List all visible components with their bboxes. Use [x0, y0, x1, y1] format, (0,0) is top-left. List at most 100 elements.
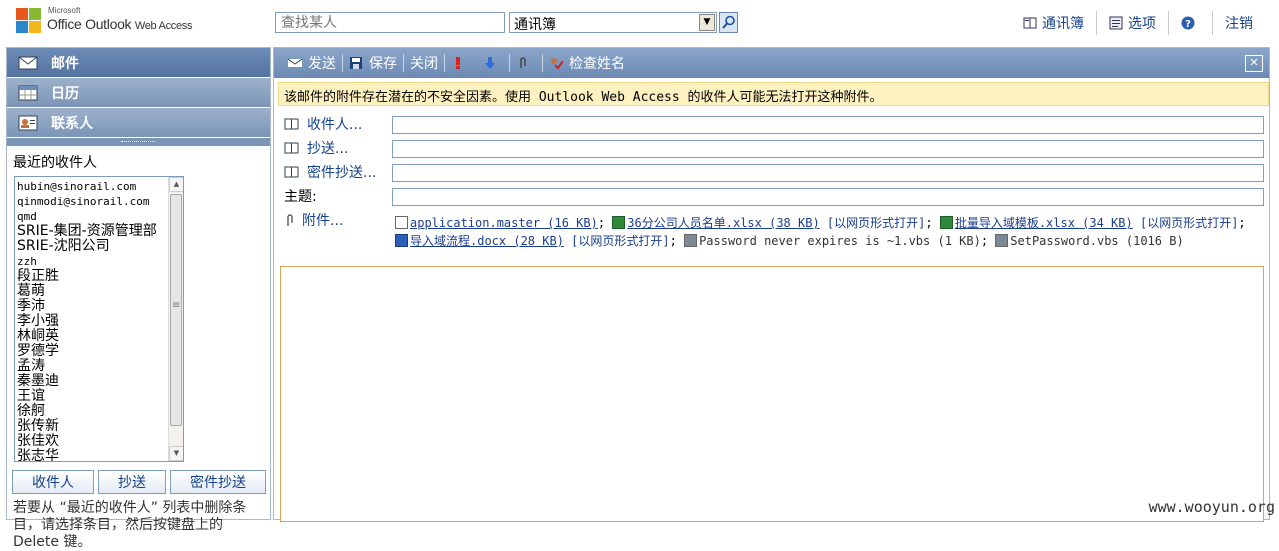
bcc-row: 密件抄送...: [284, 162, 376, 182]
to-field[interactable]: [392, 116, 1264, 134]
attachment-link[interactable]: 36分公司人员名单.xlsx (38 KB): [627, 216, 819, 230]
high-importance-icon: [456, 57, 460, 69]
script-icon: [684, 234, 698, 247]
send-icon: [288, 58, 302, 67]
recent-recipient-item[interactable]: 葛萌: [17, 284, 183, 299]
address-book-icon: [284, 166, 299, 178]
warning-text: 该邮件的附件存在潜在的不安全因素。使用 Outlook Web Access 的…: [284, 90, 883, 105]
office-logo-icon: [16, 8, 42, 34]
bcc-button[interactable]: 密件抄送...: [284, 162, 376, 182]
search-input[interactable]: [275, 12, 505, 33]
recent-recipient-item[interactable]: qmd: [17, 209, 183, 224]
top-header: Microsoft Office Outlook Web Access 通讯簿 …: [0, 0, 1279, 46]
add-cc-button[interactable]: 抄送: [98, 470, 166, 494]
recent-recipient-item[interactable]: 王谊: [17, 389, 183, 404]
to-row: 收件人...: [284, 114, 362, 134]
scroll-thumb[interactable]: [170, 194, 182, 426]
attach-button[interactable]: [510, 48, 542, 78]
scroll-up-icon[interactable]: ▲: [169, 177, 183, 192]
attachment-item: 导入域流程.docx (28 KB) [以网页形式打开];: [395, 234, 684, 248]
file-icon: [395, 216, 408, 229]
low-importance-button[interactable]: [477, 48, 509, 78]
chevron-down-icon[interactable]: ▼: [699, 14, 715, 31]
recent-recipient-item[interactable]: SRIE-沈阳公司: [17, 239, 183, 254]
search-button[interactable]: [719, 12, 738, 33]
recent-recipients-hint: 若要从 “最近的收件人” 列表中删除条目，请选择条目，然后按键盘上的 Delet…: [13, 500, 247, 550]
save-icon: [350, 57, 362, 69]
subject-field[interactable]: [392, 188, 1264, 206]
recent-recipient-item[interactable]: 徐舸: [17, 404, 183, 419]
recent-recipients-title: 最近的收件人: [13, 155, 97, 171]
options-link[interactable]: 选项: [1097, 12, 1168, 34]
check-names-button[interactable]: 检查姓名: [543, 48, 631, 78]
high-importance-button[interactable]: [445, 48, 477, 78]
attachment-link[interactable]: application.master (16 KB): [410, 216, 598, 230]
to-button[interactable]: 收件人...: [284, 114, 362, 134]
recent-recipient-item[interactable]: 孟涛: [17, 359, 183, 374]
recent-recipient-item[interactable]: 张传新: [17, 419, 183, 434]
scroll-down-icon[interactable]: ▼: [169, 446, 183, 461]
search-scope-select[interactable]: 通讯簿 ▼: [509, 12, 717, 33]
close-button[interactable]: 关闭: [404, 48, 444, 78]
navigation-pane: 邮件 日历 联系人 最近的收件人 hubin@sinorail.com qinmo…: [6, 47, 271, 550]
save-button[interactable]: 保存: [343, 48, 403, 78]
message-body-editor[interactable]: [280, 266, 1264, 522]
add-to-button[interactable]: 收件人: [12, 470, 94, 494]
help-icon: ?: [1181, 16, 1195, 30]
recent-recipient-item[interactable]: 季沛: [17, 299, 183, 314]
cc-button[interactable]: 抄送...: [284, 138, 348, 158]
mail-icon: [18, 56, 38, 69]
attachment-list: application.master (16 KB); 36分公司人员名单.xl…: [395, 214, 1265, 250]
recent-list-scrollbar[interactable]: ▲ ▼: [168, 177, 183, 461]
recent-recipient-item[interactable]: 林峒英: [17, 329, 183, 344]
recent-recipient-item[interactable]: hubin@sinorail.com: [17, 179, 183, 194]
to-label: 收件人...: [307, 117, 363, 133]
recent-recipient-item[interactable]: 李小强: [17, 314, 183, 329]
send-button[interactable]: 发送: [282, 48, 342, 78]
recent-recipient-item[interactable]: 罗德学: [17, 344, 183, 359]
recent-recipient-item[interactable]: 段正胜: [17, 269, 183, 284]
recent-recipient-buttons: 收件人 抄送 密件抄送: [12, 470, 268, 494]
recent-recipient-item[interactable]: qinmodi@sinorail.com: [17, 194, 183, 209]
recent-recipient-item[interactable]: 秦墨迪: [17, 374, 183, 389]
address-book-link[interactable]: 通讯簿: [1011, 12, 1096, 34]
check-names-icon: [551, 58, 563, 69]
nav-item-mail[interactable]: 邮件: [7, 48, 270, 78]
save-label: 保存: [369, 56, 397, 72]
nav-item-calendar[interactable]: 日历: [7, 78, 270, 108]
owa-logo: Microsoft Office Outlook Web Access: [16, 6, 206, 40]
subject-row: 主题:: [284, 186, 317, 206]
recent-recipient-item[interactable]: 张佳欢: [17, 434, 183, 449]
excel-icon: [612, 216, 626, 229]
help-link[interactable]: ?: [1169, 12, 1212, 34]
contacts-icon: [18, 115, 38, 130]
options-label: 选项: [1128, 16, 1156, 32]
close-icon[interactable]: ✕: [1245, 55, 1263, 72]
nav-item-mail-label: 邮件: [51, 55, 79, 72]
recent-recipient-item[interactable]: 张志华: [17, 449, 183, 462]
close-label: 关闭: [410, 56, 438, 72]
check-names-label: 检查姓名: [569, 56, 625, 72]
open-as-webpage-link[interactable]: [以网页形式打开]: [1140, 216, 1238, 230]
sign-out-link[interactable]: 注销: [1213, 12, 1265, 34]
bcc-label: 密件抄送...: [307, 165, 377, 181]
open-as-webpage-link[interactable]: [以网页形式打开]: [827, 216, 925, 230]
pane-resize-handle[interactable]: [7, 138, 270, 146]
attach-files-link[interactable]: 附件...: [284, 210, 343, 230]
recent-recipient-item[interactable]: SRIE-集团-资源管理部: [17, 224, 183, 239]
bcc-field[interactable]: [392, 164, 1264, 182]
script-icon: [995, 234, 1009, 247]
attachment-link[interactable]: 导入域流程.docx (28 KB): [410, 234, 564, 248]
recent-recipient-item[interactable]: zzh: [17, 254, 183, 269]
attachment-item: SetPassword.vbs (1016 B): [995, 234, 1184, 248]
attachment-item: 批量导入域模板.xlsx (34 KB) [以网页形式打开];: [939, 216, 1246, 230]
attachment-link[interactable]: 批量导入域模板.xlsx (34 KB): [955, 216, 1133, 230]
nav-item-contacts[interactable]: 联系人: [7, 108, 270, 138]
calendar-icon: [18, 85, 38, 100]
open-as-webpage-link[interactable]: [以网页形式打开]: [571, 234, 669, 248]
cc-label: 抄送...: [307, 141, 349, 157]
address-book-icon: [1023, 17, 1037, 29]
add-bcc-button[interactable]: 密件抄送: [170, 470, 266, 494]
cc-field[interactable]: [392, 140, 1264, 158]
recent-recipients-list[interactable]: hubin@sinorail.com qinmodi@sinorail.com qm…: [14, 176, 184, 462]
